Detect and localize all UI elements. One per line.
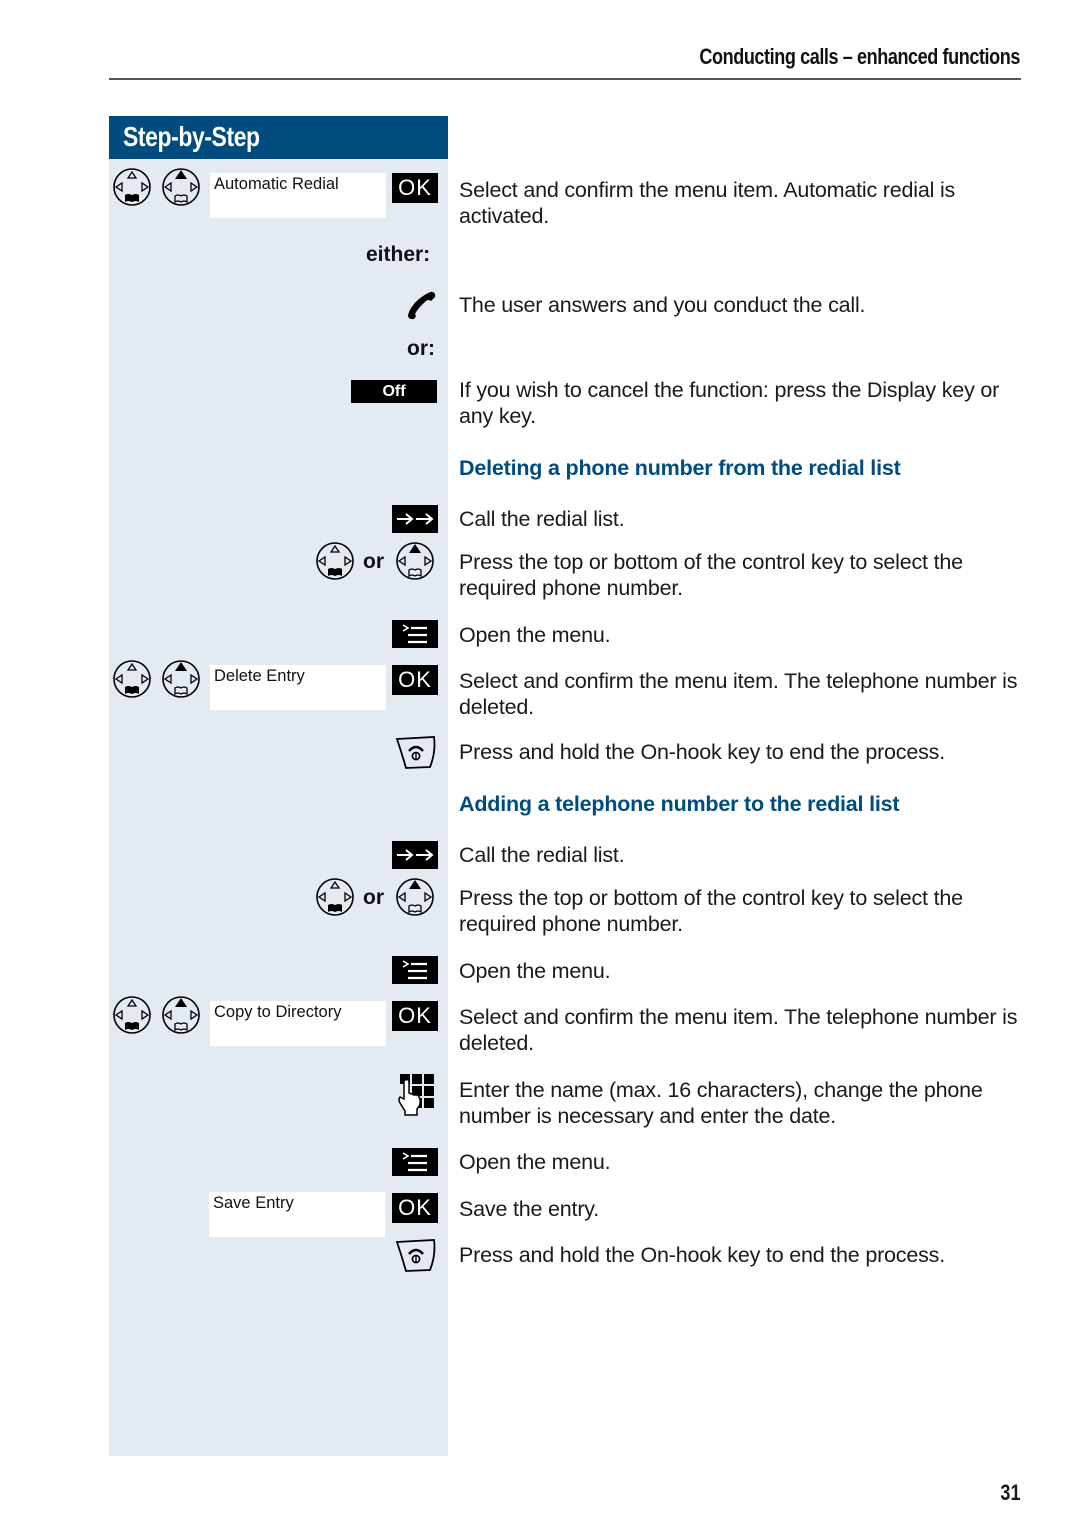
on-hook-key-icon [394, 734, 438, 770]
or-label: or [363, 886, 384, 909]
menu-list-icon [402, 624, 427, 644]
control-key-up-icon [161, 167, 201, 207]
step-description: Press the top or bottom of the control k… [459, 886, 963, 936]
handset-lift-icon [408, 291, 436, 320]
menu-list-icon [402, 960, 427, 980]
section-heading-delete: Deleting a phone number from the redial … [459, 456, 901, 480]
control-key-down-icon [112, 659, 152, 699]
menu-item-label: Delete Entry [214, 667, 305, 685]
ok-key-button[interactable]: OK [392, 1001, 438, 1031]
step-description: The user answers and you conduct the cal… [459, 293, 866, 317]
section-heading-add: Adding a telephone number to the redial … [459, 792, 900, 816]
menu-item-label: Save Entry [213, 1194, 294, 1212]
control-key-up-icon [395, 877, 435, 917]
off-display-key-button[interactable]: Off [351, 380, 437, 403]
step-description: If you wish to cancel the function: pres… [459, 378, 1000, 428]
ok-key-button[interactable]: OK [392, 173, 438, 203]
step-description: Open the menu. [459, 1150, 611, 1174]
menu-item-label: Copy to Directory [214, 1003, 342, 1021]
step-description: Call the redial list. [459, 507, 625, 531]
step-description: Select and confirm the menu item. The te… [459, 1005, 1018, 1055]
either-label: either: [366, 243, 431, 266]
step-description: Open the menu. [459, 959, 611, 983]
control-key-down-icon [315, 877, 355, 917]
ok-key-button[interactable]: OK [392, 1193, 438, 1223]
step-description: Select and confirm the menu item. The te… [459, 669, 1018, 719]
control-key-up-icon [161, 659, 201, 699]
page-number: 31 [999, 1480, 1020, 1505]
redial-key-button[interactable] [392, 505, 438, 533]
step-description: Press the top or bottom of the control k… [459, 550, 963, 600]
sidebar-header: Step-by-Step [109, 116, 448, 159]
page-header-title: Conducting calls – enhanced functions [699, 44, 1020, 69]
menu-list-icon [402, 1152, 427, 1172]
or-label: or: [407, 337, 435, 360]
sidebar-title: Step-by-Step [123, 121, 260, 152]
or-label: or [363, 550, 384, 573]
menu-key-button[interactable] [392, 1148, 438, 1176]
display-menu-item-delete-entry[interactable]: Delete Entry [210, 665, 386, 710]
display-menu-item-copy-to-directory[interactable]: Copy to Directory [210, 1001, 386, 1046]
step-description: Press and hold the On-hook key to end th… [459, 1243, 945, 1267]
double-arrow-icon [397, 849, 434, 861]
step-description: Press and hold the On-hook key to end th… [459, 740, 945, 764]
keypad-entry-icon [398, 1074, 434, 1116]
step-description: Select and confirm the menu item. Automa… [459, 178, 956, 228]
control-key-down-icon [112, 167, 152, 207]
control-key-up-icon [395, 541, 435, 581]
control-key-up-icon [161, 995, 201, 1035]
step-description: Enter the name (max. 16 characters), cha… [459, 1078, 983, 1128]
double-arrow-icon [397, 513, 434, 525]
menu-item-label: Automatic Redial [214, 175, 339, 193]
control-key-down-icon [112, 995, 152, 1035]
menu-key-button[interactable] [392, 956, 438, 984]
menu-key-button[interactable] [392, 620, 438, 648]
on-hook-key-icon [394, 1237, 438, 1273]
step-description: Call the redial list. [459, 843, 625, 867]
ok-key-button[interactable]: OK [392, 665, 438, 695]
step-description: Save the entry. [459, 1197, 600, 1221]
display-menu-item-automatic-redial[interactable]: Automatic Redial [210, 173, 386, 218]
redial-key-button[interactable] [392, 841, 438, 869]
control-key-down-icon [315, 541, 355, 581]
display-menu-item-save-entry[interactable]: Save Entry [209, 1192, 385, 1237]
header-divider [109, 78, 1021, 80]
step-description: Open the menu. [459, 623, 611, 647]
